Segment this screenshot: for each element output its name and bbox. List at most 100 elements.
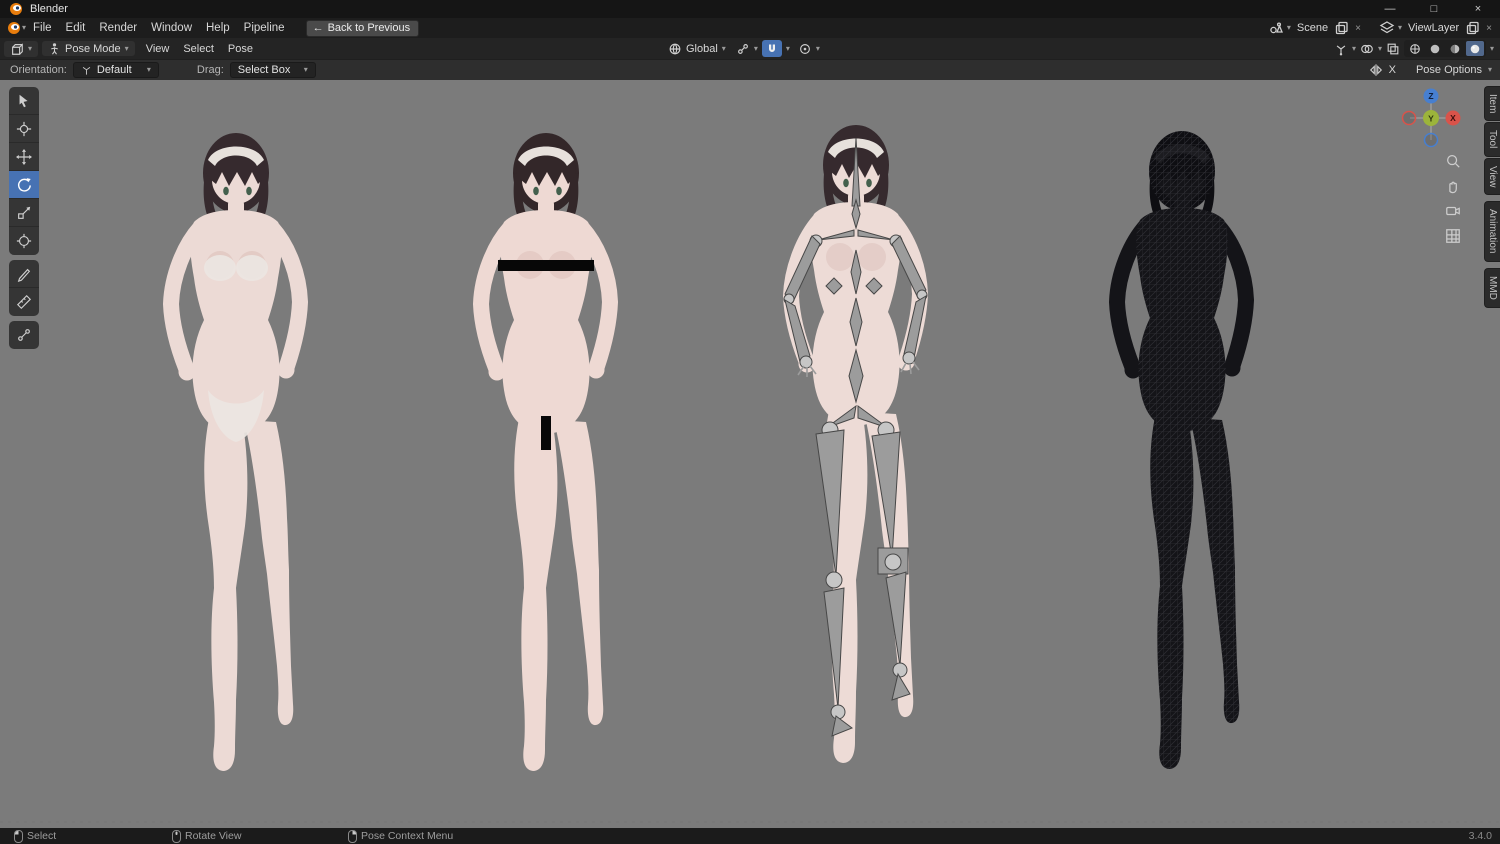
menu-select[interactable]: Select [176, 41, 221, 57]
mirror-x-toggle[interactable]: X [1389, 64, 1396, 76]
camera-view-icon[interactable] [1444, 202, 1462, 220]
new-scene-icon[interactable] [1334, 20, 1350, 36]
viewlayer-selector[interactable]: ViewLayer [1405, 22, 1462, 34]
tool-settings-bar: Orientation: Default ▾ Drag: Select Box … [0, 59, 1500, 80]
chevron-down-icon[interactable]: ▾ [722, 44, 726, 53]
viewport-editor-icon [12, 42, 23, 55]
xray-toggle-icon[interactable] [1386, 42, 1400, 56]
zoom-icon[interactable] [1444, 152, 1462, 170]
mode-selector[interactable]: Pose Mode ▾ [42, 41, 135, 56]
censor-bar-bottom [541, 416, 551, 450]
editor-type-button[interactable]: ▾ [4, 40, 39, 57]
shading-wireframe-button[interactable] [1406, 41, 1424, 56]
character-model-wireframe[interactable] [1092, 116, 1272, 796]
shading-rendered-button[interactable] [1465, 41, 1484, 56]
viewport-toggles: ▾ ▾ ▾ [1334, 40, 1494, 57]
snap-toggle[interactable] [761, 40, 782, 57]
menu-window[interactable]: Window [144, 20, 199, 36]
gizmo-y-label: Y [1428, 114, 1434, 124]
tool-pose-breakdowner[interactable] [9, 321, 39, 349]
mode-label: Pose Mode [65, 42, 121, 55]
character-model-textured[interactable] [171, 133, 300, 771]
tool-rotate[interactable] [9, 171, 39, 199]
viewlayer-browse-icon[interactable] [1379, 20, 1395, 36]
tab-animation[interactable]: Animation [1484, 201, 1500, 262]
minimize-button[interactable]: — [1368, 0, 1412, 18]
shading-material-button[interactable] [1446, 41, 1464, 56]
show-overlays-icon[interactable] [1360, 42, 1374, 56]
chevron-down-icon[interactable]: ▾ [1378, 44, 1382, 53]
new-viewlayer-icon[interactable] [1465, 20, 1481, 36]
unlink-scene-icon[interactable]: × [1353, 23, 1363, 34]
chevron-down-icon: ▾ [303, 65, 308, 74]
menu-edit[interactable]: Edit [59, 20, 93, 36]
mirror-icon[interactable] [1369, 63, 1383, 77]
maximize-button[interactable]: □ [1412, 0, 1456, 18]
blender-window: Blender — □ × ▾ File Edit Render Window … [0, 0, 1500, 844]
pose-options-dropdown[interactable]: Pose Options [1416, 64, 1482, 76]
chevron-down-icon[interactable]: ▾ [1490, 44, 1494, 53]
drag-label: Drag: [196, 64, 224, 76]
shading-solid-button[interactable] [1426, 41, 1444, 56]
scene-canvas[interactable] [0, 80, 1500, 828]
pivot-point-icon[interactable] [736, 42, 750, 56]
tool-annotate[interactable] [9, 260, 39, 288]
menu-view[interactable]: View [139, 41, 177, 57]
back-to-previous-button[interactable]: ← Back to Previous [305, 19, 420, 37]
chevron-down-icon[interactable]: ▾ [816, 44, 820, 53]
drag-dropdown[interactable]: Select Box ▾ [229, 62, 316, 78]
chevron-down-icon[interactable]: ▾ [1398, 24, 1402, 32]
close-button[interactable]: × [1456, 0, 1500, 18]
pose-options-region: X Pose Options ▾ [1369, 63, 1492, 77]
tool-cursor[interactable] [9, 115, 39, 143]
tab-view[interactable]: View [1484, 157, 1500, 196]
scene-selector[interactable]: Scene [1294, 22, 1331, 34]
chevron-down-icon: ▾ [124, 43, 129, 53]
status-bar: Select Rotate View Pose Context Menu 3.4… [0, 828, 1500, 844]
tab-tool[interactable]: Tool [1484, 122, 1500, 157]
tool-transform[interactable] [9, 227, 39, 255]
show-gizmo-icon[interactable] [1334, 42, 1348, 56]
gizmo-z-label: Z [1428, 91, 1433, 101]
tool-scale[interactable] [9, 199, 39, 227]
tweak-cursor-icon [19, 94, 28, 107]
chevron-down-icon[interactable]: ▾ [1488, 66, 1492, 74]
chevron-down-icon: ▾ [146, 65, 151, 74]
scene-browse-icon[interactable] [1268, 20, 1284, 36]
menu-pipeline[interactable]: Pipeline [237, 20, 292, 36]
chevron-down-icon: ▾ [28, 43, 33, 53]
chevron-down-icon[interactable]: ▾ [1352, 44, 1356, 53]
chevron-down-icon[interactable]: ▾ [786, 44, 790, 53]
orientation-selector[interactable]: Global [686, 43, 718, 55]
pan-hand-icon[interactable] [1444, 177, 1462, 195]
mouse-middle-icon [172, 829, 181, 843]
tab-mmd[interactable]: MMD [1484, 267, 1500, 308]
character-model-armature[interactable] [783, 125, 928, 763]
chevron-down-icon[interactable]: ▾ [754, 44, 758, 53]
gizmo-axis-negz[interactable] [1423, 132, 1439, 148]
viewport-header: ▾ Pose Mode ▾ View Select Pose Global ▾ … [0, 38, 1500, 59]
menu-render[interactable]: Render [92, 20, 144, 36]
blender-menu-logo-icon[interactable] [6, 20, 22, 36]
menu-file[interactable]: File [26, 20, 59, 36]
gizmo-axis-negx[interactable] [1401, 110, 1417, 126]
mouse-left-icon [14, 829, 23, 843]
tool-bar [9, 87, 39, 354]
chevron-down-icon[interactable]: ▾ [1287, 24, 1291, 32]
remove-viewlayer-icon[interactable]: × [1484, 23, 1494, 34]
tool-measure[interactable] [9, 288, 39, 316]
3d-viewport[interactable]: Z X Y Item Tool View Animation MMD [0, 80, 1500, 828]
proportional-editing-icon[interactable] [798, 42, 812, 56]
ortho-grid-icon[interactable] [1444, 227, 1462, 245]
character-model-censored[interactable] [481, 133, 610, 771]
tool-move[interactable] [9, 143, 39, 171]
orientation-dropdown[interactable]: Default ▾ [72, 62, 159, 78]
menu-help[interactable]: Help [199, 20, 237, 36]
menu-pose[interactable]: Pose [221, 41, 260, 57]
navigation-gizmo[interactable]: Z X Y [1398, 85, 1464, 151]
back-arrow-icon: ← [312, 21, 324, 34]
shading-mode-group [1403, 40, 1486, 57]
menu-bar: ▾ File Edit Render Window Help Pipeline … [0, 18, 1500, 38]
tab-item[interactable]: Item [1484, 86, 1500, 122]
tool-tweak[interactable] [9, 87, 39, 115]
